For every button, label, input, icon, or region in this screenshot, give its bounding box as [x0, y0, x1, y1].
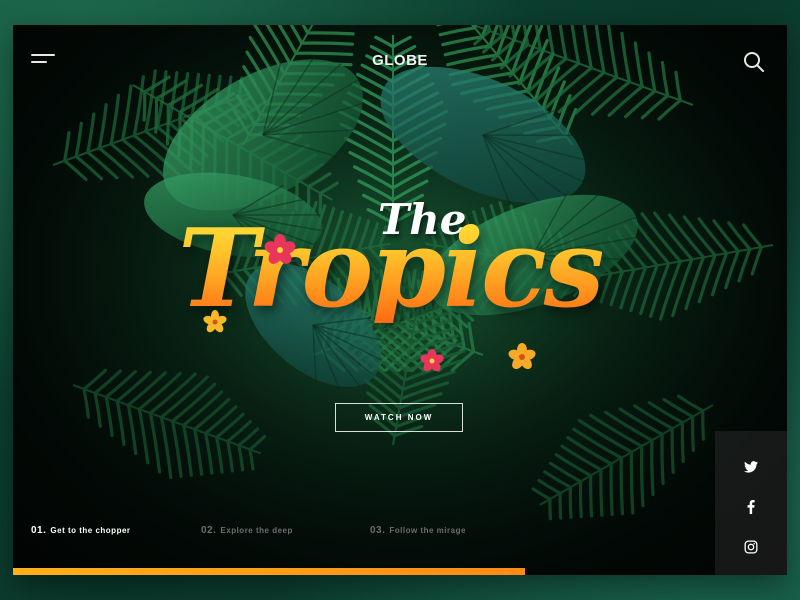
step-label: Get to the chopper [50, 526, 131, 535]
step-item-1[interactable]: 01. Get to the chopper [31, 525, 131, 536]
facebook-link[interactable] [715, 487, 787, 527]
search-icon[interactable] [743, 51, 765, 73]
step-number: 02. [201, 525, 217, 536]
social-links-panel [715, 431, 787, 575]
top-navigation: GLOBE [13, 25, 787, 95]
watch-now-button[interactable]: WATCH NOW [335, 403, 463, 432]
step-number: 01. [31, 525, 47, 536]
step-label: Follow the mirage [389, 526, 466, 535]
step-item-3[interactable]: 03. Follow the mirage [370, 525, 466, 536]
red-flower-icon [420, 349, 444, 372]
instagram-icon [744, 540, 758, 554]
hero-frame: GLOBE The Tropics [13, 25, 787, 575]
page-background: GLOBE The Tropics [0, 0, 800, 600]
progress-bar-fill [13, 568, 526, 575]
step-label: Explore the deep [220, 526, 293, 535]
twitter-link[interactable] [715, 447, 787, 487]
step-navigation: 01. Get to the chopper 02. Explore the dee… [31, 525, 551, 541]
twitter-icon [744, 461, 758, 473]
step-number: 03. [370, 525, 386, 536]
yellow-flower-icon [203, 310, 227, 333]
orange-flower-icon [508, 343, 536, 370]
instagram-link[interactable] [715, 527, 787, 567]
progress-bar [13, 568, 715, 575]
brand-logo[interactable]: GLOBE [13, 52, 787, 69]
hero-title: The Tropics [163, 185, 633, 385]
facebook-icon [747, 500, 755, 514]
title-main-text: Tropics [178, 206, 605, 332]
step-item-2[interactable]: 02. Explore the deep [201, 525, 293, 536]
hibiscus-flower-icon [264, 234, 296, 264]
